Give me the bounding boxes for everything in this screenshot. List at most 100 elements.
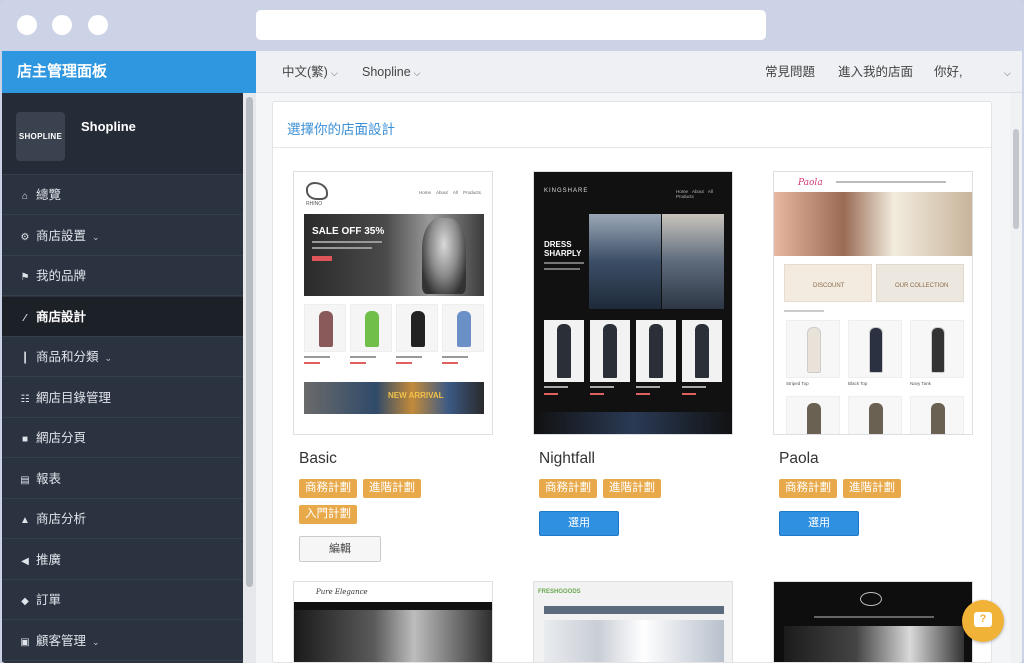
account-dropdown[interactable]: ⌵ bbox=[1001, 51, 1011, 93]
address-bar[interactable] bbox=[256, 10, 766, 40]
sidebar-item-label: 推廣 bbox=[36, 552, 62, 567]
preview-price-line bbox=[682, 393, 696, 395]
preview-model-figure bbox=[695, 324, 709, 378]
preview-price-line bbox=[304, 362, 320, 364]
help-chat-button[interactable]: ? bbox=[962, 600, 1004, 642]
sidebar-item[interactable]: ⌂ 總覽 bbox=[2, 175, 243, 215]
top-navigation: 中文(繁) ⌵ Shopline ⌵ 常見問題 進入我的店面 你好, ⌵ bbox=[256, 51, 1022, 93]
preview-model-figure bbox=[557, 324, 571, 378]
preview-product-name: Striped Top bbox=[786, 381, 809, 386]
preview-nav-item: All Products bbox=[452, 190, 481, 195]
sidebar-item-label: 我的品牌 bbox=[36, 269, 87, 283]
store-switch-dropdown[interactable]: Shopline ⌵ bbox=[362, 51, 420, 93]
plan-badge-advanced: 進階計劃 bbox=[363, 479, 421, 498]
sidebar-store[interactable]: SHOPLINE Shopline bbox=[2, 93, 243, 175]
preview-model-figure bbox=[411, 311, 425, 347]
preview-nav: Home About All Products bbox=[676, 189, 732, 199]
store-logo: SHOPLINE bbox=[16, 112, 65, 161]
enter-store-link[interactable]: 進入我的店面 bbox=[838, 51, 913, 93]
preview-text-line bbox=[544, 268, 580, 270]
main-scrollbar[interactable] bbox=[1010, 93, 1022, 663]
preview-product-image bbox=[786, 396, 840, 434]
language-label: 中文(繁) bbox=[282, 65, 328, 79]
preview-text-line bbox=[312, 241, 382, 243]
sidebar-item[interactable]: ◆ 訂單 bbox=[2, 580, 243, 620]
preview-product-image bbox=[350, 304, 392, 352]
language-dropdown[interactable]: 中文(繁) ⌵ bbox=[282, 51, 338, 93]
sidebar-item[interactable]: ┃ 商品和分類 ⌄ bbox=[2, 337, 243, 377]
preview-model-figure bbox=[931, 327, 945, 373]
sidebar-scrollbar[interactable] bbox=[243, 93, 256, 663]
preview-hero-banner bbox=[784, 626, 964, 662]
sidebar-item[interactable]: ▤ 報表 bbox=[2, 459, 243, 499]
theme-name: Paola bbox=[779, 450, 819, 467]
chevron-down-icon: ⌵ bbox=[413, 68, 421, 78]
preview-logo-text: Paola bbox=[798, 178, 823, 188]
preview-nav-item: Home bbox=[419, 190, 432, 195]
sidebar-item-label: 商店設計 bbox=[36, 309, 87, 324]
sidebar-item[interactable]: ☷ 網店目錄管理 bbox=[2, 378, 243, 418]
sidebar-item-label: 總覽 bbox=[36, 188, 62, 202]
preview-text-line bbox=[590, 386, 614, 388]
plan-badge-business: 商務計劃 bbox=[779, 479, 837, 498]
sidebar-item-label: 商店分析 bbox=[36, 512, 87, 526]
preview-hero-banner: SALE OFF 35% bbox=[304, 214, 484, 296]
theme-preview-freshgoods[interactable]: FRESHGOODS bbox=[533, 581, 733, 662]
preview-price-line bbox=[544, 393, 558, 395]
theme-preview-basic[interactable]: RHINO Home About All Products SALE OFF 3… bbox=[293, 171, 493, 435]
preview-sale-text: SALE OFF 35% bbox=[312, 226, 385, 237]
faq-link[interactable]: 常見問題 bbox=[765, 51, 815, 93]
preview-new-arrival: NEW ARRIVAL bbox=[388, 391, 444, 400]
sidebar-scroll-thumb[interactable] bbox=[246, 97, 253, 587]
preview-product-name: Black Top bbox=[848, 381, 868, 386]
main-scroll-thumb[interactable] bbox=[1013, 129, 1019, 229]
preview-shop-button bbox=[312, 256, 332, 261]
sidebar-item[interactable]: ⚙ 商店設置 ⌄ bbox=[2, 216, 243, 256]
sidebar-item[interactable]: ⁄ 商店設計 bbox=[2, 296, 243, 337]
file-icon: ■ bbox=[21, 434, 29, 445]
apply-theme-button[interactable]: 選用 bbox=[779, 511, 859, 536]
window-close-dot[interactable] bbox=[17, 15, 37, 35]
preview-text-line bbox=[682, 386, 706, 388]
sidebar-item[interactable]: ▣ 顧客管理 ⌄ bbox=[2, 621, 243, 661]
preview-nav-bar bbox=[814, 616, 934, 618]
apply-theme-button[interactable]: 選用 bbox=[539, 511, 619, 536]
flag-icon: ⚑ bbox=[20, 272, 30, 283]
preview-nav: Home About All Products bbox=[419, 190, 481, 195]
preview-nav-bar bbox=[544, 606, 724, 614]
sidebar-item[interactable]: ■ 網店分頁 bbox=[2, 418, 243, 458]
theme-preview-paola[interactable]: Paola DISCOUNT OUR COLLECTION Striped To… bbox=[773, 171, 973, 435]
theme-preview-elegance[interactable]: Pure Elegance bbox=[293, 581, 493, 662]
tag-icon: ◆ bbox=[21, 596, 29, 607]
preview-product-image bbox=[636, 320, 676, 382]
plan-badge-starter: 入門計劃 bbox=[299, 505, 357, 524]
preview-model-figure bbox=[807, 403, 821, 434]
theme-preview-dark[interactable] bbox=[773, 581, 973, 662]
preview-hero-banner bbox=[544, 620, 724, 662]
preview-text-line bbox=[784, 310, 824, 312]
preview-product-image bbox=[304, 304, 346, 352]
preview-product-image bbox=[848, 396, 902, 434]
theme-preview-nightfall[interactable]: KINGSHARE Home About All Products DRESS … bbox=[533, 171, 733, 435]
sidebar-item[interactable]: ▲ 商店分析 bbox=[2, 499, 243, 539]
preview-hero-banner bbox=[294, 610, 492, 662]
preview-product-image bbox=[910, 396, 964, 434]
sidebar-item-label: 商品和分類 bbox=[36, 350, 99, 364]
preview-price-line bbox=[636, 393, 650, 395]
preview-model-figure bbox=[931, 403, 945, 434]
preview-product-image bbox=[590, 320, 630, 382]
window-minimize-dot[interactable] bbox=[52, 15, 72, 35]
sidebar-item[interactable]: ◀ 推廣 bbox=[2, 540, 243, 580]
sidebar: 店主管理面板 SHOPLINE Shopline ⌂ 總覽 ⚙ 商店設置 ⌄ ⚑ 我的品牌 ⁄… bbox=[2, 51, 256, 663]
preview-text-line bbox=[544, 262, 584, 264]
chevron-down-icon: ⌵ bbox=[330, 68, 338, 78]
preview-product-image bbox=[442, 304, 484, 352]
edit-theme-button[interactable]: 編輯 bbox=[299, 536, 381, 562]
window-zoom-dot[interactable] bbox=[88, 15, 108, 35]
preview-text-line bbox=[304, 356, 330, 358]
preview-text-line bbox=[442, 356, 468, 358]
sidebar-item-label: 網店分頁 bbox=[36, 431, 87, 445]
preview-text-line bbox=[350, 356, 376, 358]
preview-model-figure bbox=[649, 324, 663, 378]
sidebar-item[interactable]: ⚑ 我的品牌 bbox=[2, 256, 243, 296]
